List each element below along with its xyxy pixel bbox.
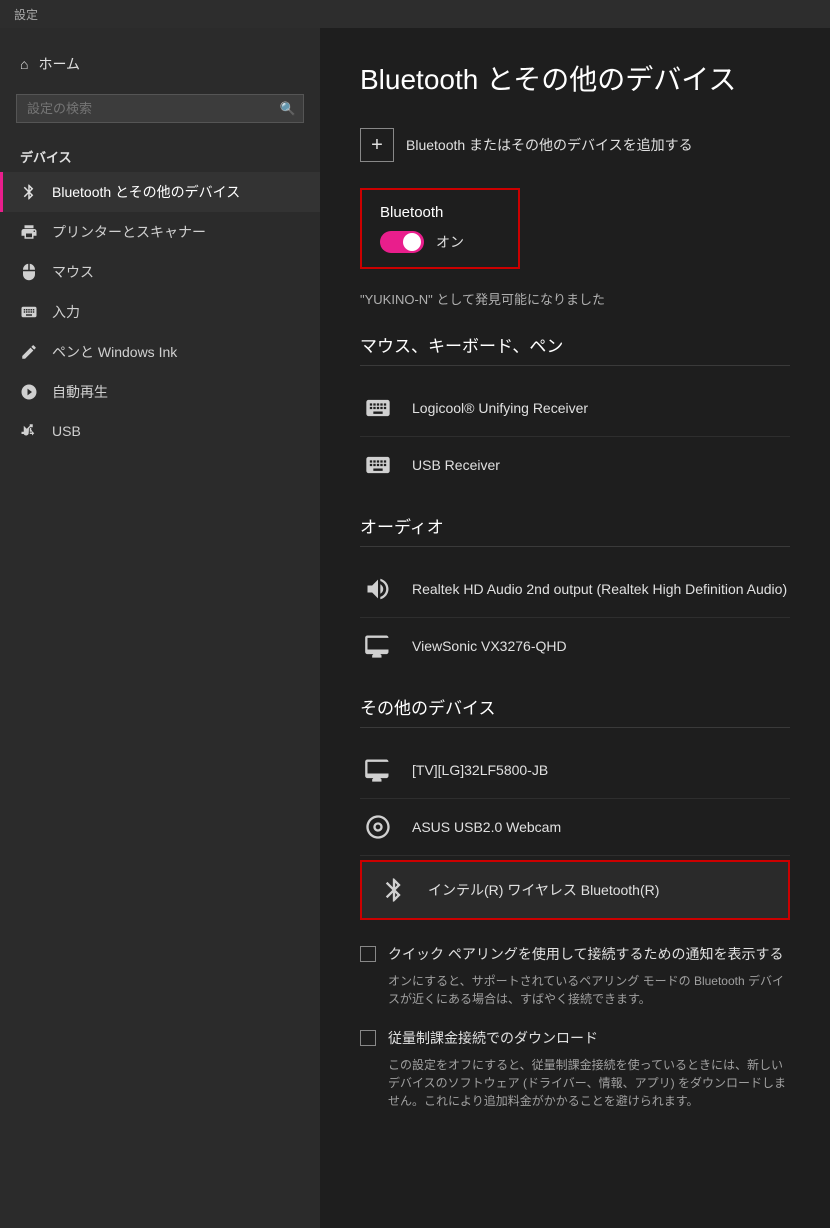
sidebar-item-pen-label: ペンと Windows Ink bbox=[52, 342, 177, 362]
sidebar-item-bluetooth-label: Bluetooth とその他のデバイス bbox=[52, 182, 240, 202]
usb-icon bbox=[20, 422, 40, 440]
metered-connection-checkbox[interactable] bbox=[360, 1030, 376, 1046]
realtek-name: Realtek HD Audio 2nd output (Realtek Hig… bbox=[412, 581, 787, 597]
sidebar-item-input[interactable]: 入力 bbox=[0, 292, 320, 332]
usb-receiver-name: USB Receiver bbox=[412, 457, 500, 473]
sidebar-item-printers-label: プリンターとスキャナー bbox=[52, 222, 206, 242]
viewsonic-name: ViewSonic VX3276-QHD bbox=[412, 638, 567, 654]
bluetooth-toggle-row: オン bbox=[380, 231, 500, 253]
home-label: ホーム bbox=[38, 54, 80, 74]
usb-receiver-icon bbox=[360, 447, 396, 483]
webcam-icon bbox=[360, 809, 396, 845]
device-item-realtek: Realtek HD Audio 2nd output (Realtek Hig… bbox=[360, 561, 790, 618]
sidebar-item-usb-label: USB bbox=[52, 423, 81, 439]
section-header-other: その他のデバイス bbox=[360, 694, 790, 728]
quick-pairing-checkbox[interactable] bbox=[360, 946, 376, 962]
section-header-mouse-keyboard: マウス、キーボード、ペン bbox=[360, 332, 790, 366]
tv-icon bbox=[360, 752, 396, 788]
quick-pairing-desc: オンにすると、サポートされているペアリング モードの Bluetooth デバイ… bbox=[388, 972, 790, 1008]
bluetooth-label: Bluetooth bbox=[380, 204, 500, 221]
mouse-keyboard-devices: Logicool® Unifying Receiver USB Receiver bbox=[360, 380, 790, 493]
other-devices: [TV][LG]32LF5800-JB ASUS USB2.0 Webcam イ… bbox=[360, 742, 790, 920]
sidebar-item-mouse-label: マウス bbox=[52, 262, 94, 282]
keyboard-icon bbox=[20, 303, 40, 321]
sidebar-item-printers[interactable]: プリンターとスキャナー bbox=[0, 212, 320, 252]
device-item-asus-webcam: ASUS USB2.0 Webcam bbox=[360, 799, 790, 856]
sidebar-section-label: デバイス bbox=[0, 139, 320, 172]
sidebar-home-button[interactable]: ⌂ ホーム bbox=[0, 44, 320, 84]
monitor-audio-icon bbox=[360, 628, 396, 664]
mouse-icon bbox=[20, 263, 40, 281]
bluetooth-toggle-label: オン bbox=[436, 232, 464, 252]
search-icon: 🔍 bbox=[280, 101, 296, 117]
bluetooth-toggle[interactable] bbox=[380, 231, 424, 253]
sidebar-item-autoplay-label: 自動再生 bbox=[52, 382, 108, 402]
intel-bluetooth-icon bbox=[376, 872, 412, 908]
metered-connection-desc: この設定をオフにすると、従量制課金接続を使っているときには、新しいデバイスのソフ… bbox=[388, 1056, 790, 1110]
toggle-knob bbox=[403, 233, 421, 251]
sidebar-item-bluetooth[interactable]: Bluetooth とその他のデバイス bbox=[0, 172, 320, 212]
add-device-label: Bluetooth またはその他のデバイスを追加する bbox=[406, 135, 693, 155]
asus-webcam-name: ASUS USB2.0 Webcam bbox=[412, 819, 561, 835]
sidebar-item-input-label: 入力 bbox=[52, 302, 80, 322]
bluetooth-icon bbox=[20, 183, 40, 201]
quick-pairing-label: クイック ペアリングを使用して接続するための通知を表示する bbox=[388, 944, 783, 964]
logicool-icon bbox=[360, 390, 396, 426]
sidebar-item-usb[interactable]: USB bbox=[0, 412, 320, 450]
add-device-plus-icon: + bbox=[360, 128, 394, 162]
sidebar-item-pen[interactable]: ペンと Windows Ink bbox=[0, 332, 320, 372]
discoverable-text: "YUKINO-N" として発見可能になりました bbox=[360, 289, 790, 308]
device-item-tv-lg: [TV][LG]32LF5800-JB bbox=[360, 742, 790, 799]
pen-icon bbox=[20, 343, 40, 361]
search-input[interactable] bbox=[16, 94, 304, 123]
quick-pairing-row: クイック ペアリングを使用して接続するための通知を表示する bbox=[360, 944, 790, 964]
audio-devices: Realtek HD Audio 2nd output (Realtek Hig… bbox=[360, 561, 790, 674]
speaker-icon bbox=[360, 571, 396, 607]
sidebar: ⌂ ホーム 🔍 デバイス Bluetooth とその他のデバイス プリンターとス… bbox=[0, 28, 320, 1228]
metered-connection-row: 従量制課金接続でのダウンロード bbox=[360, 1028, 790, 1048]
logicool-name: Logicool® Unifying Receiver bbox=[412, 400, 588, 416]
device-item-intel-bluetooth[interactable]: インテル(R) ワイヤレス Bluetooth(R) bbox=[360, 860, 790, 920]
metered-connection-label: 従量制課金接続でのダウンロード bbox=[388, 1028, 598, 1048]
home-icon: ⌂ bbox=[20, 56, 28, 72]
section-header-audio: オーディオ bbox=[360, 513, 790, 547]
metered-connection-section: 従量制課金接続でのダウンロード この設定をオフにすると、従量制課金接続を使ってい… bbox=[360, 1028, 790, 1110]
main-content: Bluetooth とその他のデバイス + Bluetooth またはその他のデ… bbox=[320, 28, 830, 1228]
sidebar-item-mouse[interactable]: マウス bbox=[0, 252, 320, 292]
printer-icon bbox=[20, 223, 40, 241]
bluetooth-section: Bluetooth オン bbox=[360, 188, 520, 269]
autoplay-icon bbox=[20, 383, 40, 401]
device-item-usb-receiver: USB Receiver bbox=[360, 437, 790, 493]
tv-lg-name: [TV][LG]32LF5800-JB bbox=[412, 762, 548, 778]
intel-bluetooth-name: インテル(R) ワイヤレス Bluetooth(R) bbox=[428, 880, 659, 900]
title-bar: 設定 bbox=[0, 0, 830, 28]
device-item-viewsonic: ViewSonic VX3276-QHD bbox=[360, 618, 790, 674]
add-device-button[interactable]: + Bluetooth またはその他のデバイスを追加する bbox=[360, 122, 790, 168]
title-bar-label: 設定 bbox=[14, 6, 38, 23]
sidebar-search-container: 🔍 bbox=[16, 94, 304, 123]
app-container: ⌂ ホーム 🔍 デバイス Bluetooth とその他のデバイス プリンターとス… bbox=[0, 28, 830, 1228]
device-item-logicool: Logicool® Unifying Receiver bbox=[360, 380, 790, 437]
sidebar-item-autoplay[interactable]: 自動再生 bbox=[0, 372, 320, 412]
quick-pairing-section: クイック ペアリングを使用して接続するための通知を表示する オンにすると、サポー… bbox=[360, 944, 790, 1008]
page-title: Bluetooth とその他のデバイス bbox=[360, 58, 790, 98]
